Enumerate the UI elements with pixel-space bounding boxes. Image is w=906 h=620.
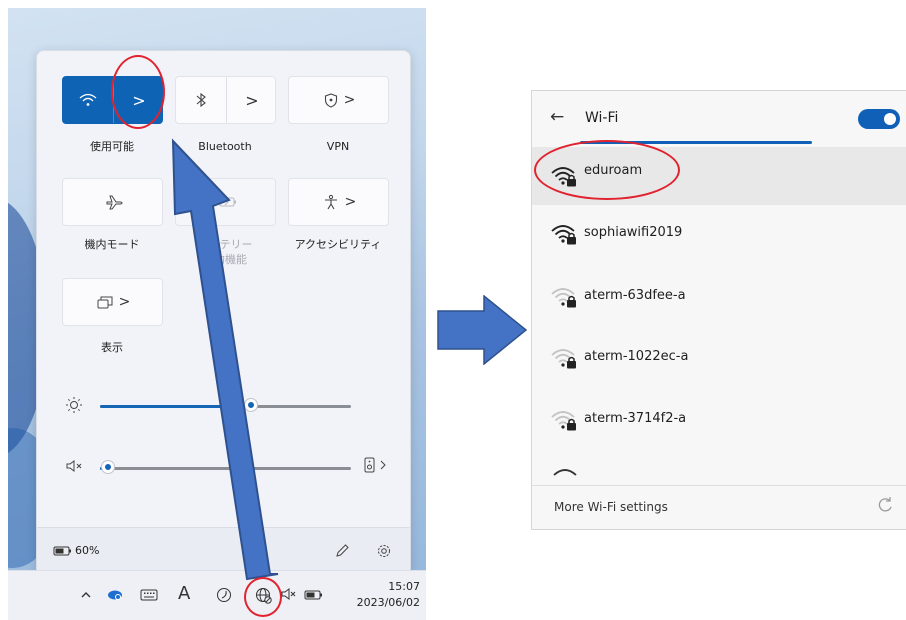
wifi-secured-strong-icon xyxy=(551,225,576,245)
annotation-circle-network-icon xyxy=(244,577,282,617)
quick-settings-screenshot: > 使用可能 > Bluetooth > VPN 機内モード バッテリー 節約機… xyxy=(8,8,426,620)
network-item[interactable]: aterm-3714f2-a xyxy=(532,391,906,449)
wifi-toggle-knob xyxy=(884,113,896,125)
network-name: sophiawifi2019 xyxy=(584,225,683,240)
wifi-secured-weak-icon xyxy=(551,411,576,431)
annotation-circle-eduroam xyxy=(534,140,680,200)
annotation-arrow xyxy=(171,138,279,581)
more-wifi-settings-link[interactable]: More Wi-Fi settings xyxy=(554,500,668,514)
wifi-secured-weak-icon xyxy=(551,288,576,308)
network-item[interactable]: aterm-1022ec-a xyxy=(532,329,906,387)
network-name: aterm-3714f2-a xyxy=(584,411,687,426)
network-name: aterm-63dfee-a xyxy=(584,288,686,303)
wifi-partial-icon xyxy=(553,469,577,476)
network-item[interactable]: sophiawifi2019 xyxy=(532,205,906,263)
back-button[interactable]: ← xyxy=(550,107,564,127)
network-item[interactable]: aterm-63dfee-a xyxy=(532,268,906,326)
refresh-icon[interactable] xyxy=(876,496,894,518)
wifi-toggle[interactable] xyxy=(858,109,900,129)
annotation-right-arrow xyxy=(437,295,528,365)
wifi-secured-weak-icon xyxy=(551,349,576,369)
network-name: aterm-1022ec-a xyxy=(584,349,689,364)
wifi-header: ← Wi-Fi xyxy=(532,91,906,147)
annotation-circle-wifi-chevron xyxy=(111,55,165,129)
wifi-footer: More Wi-Fi settings xyxy=(532,485,906,529)
wifi-title: Wi-Fi xyxy=(585,110,619,126)
